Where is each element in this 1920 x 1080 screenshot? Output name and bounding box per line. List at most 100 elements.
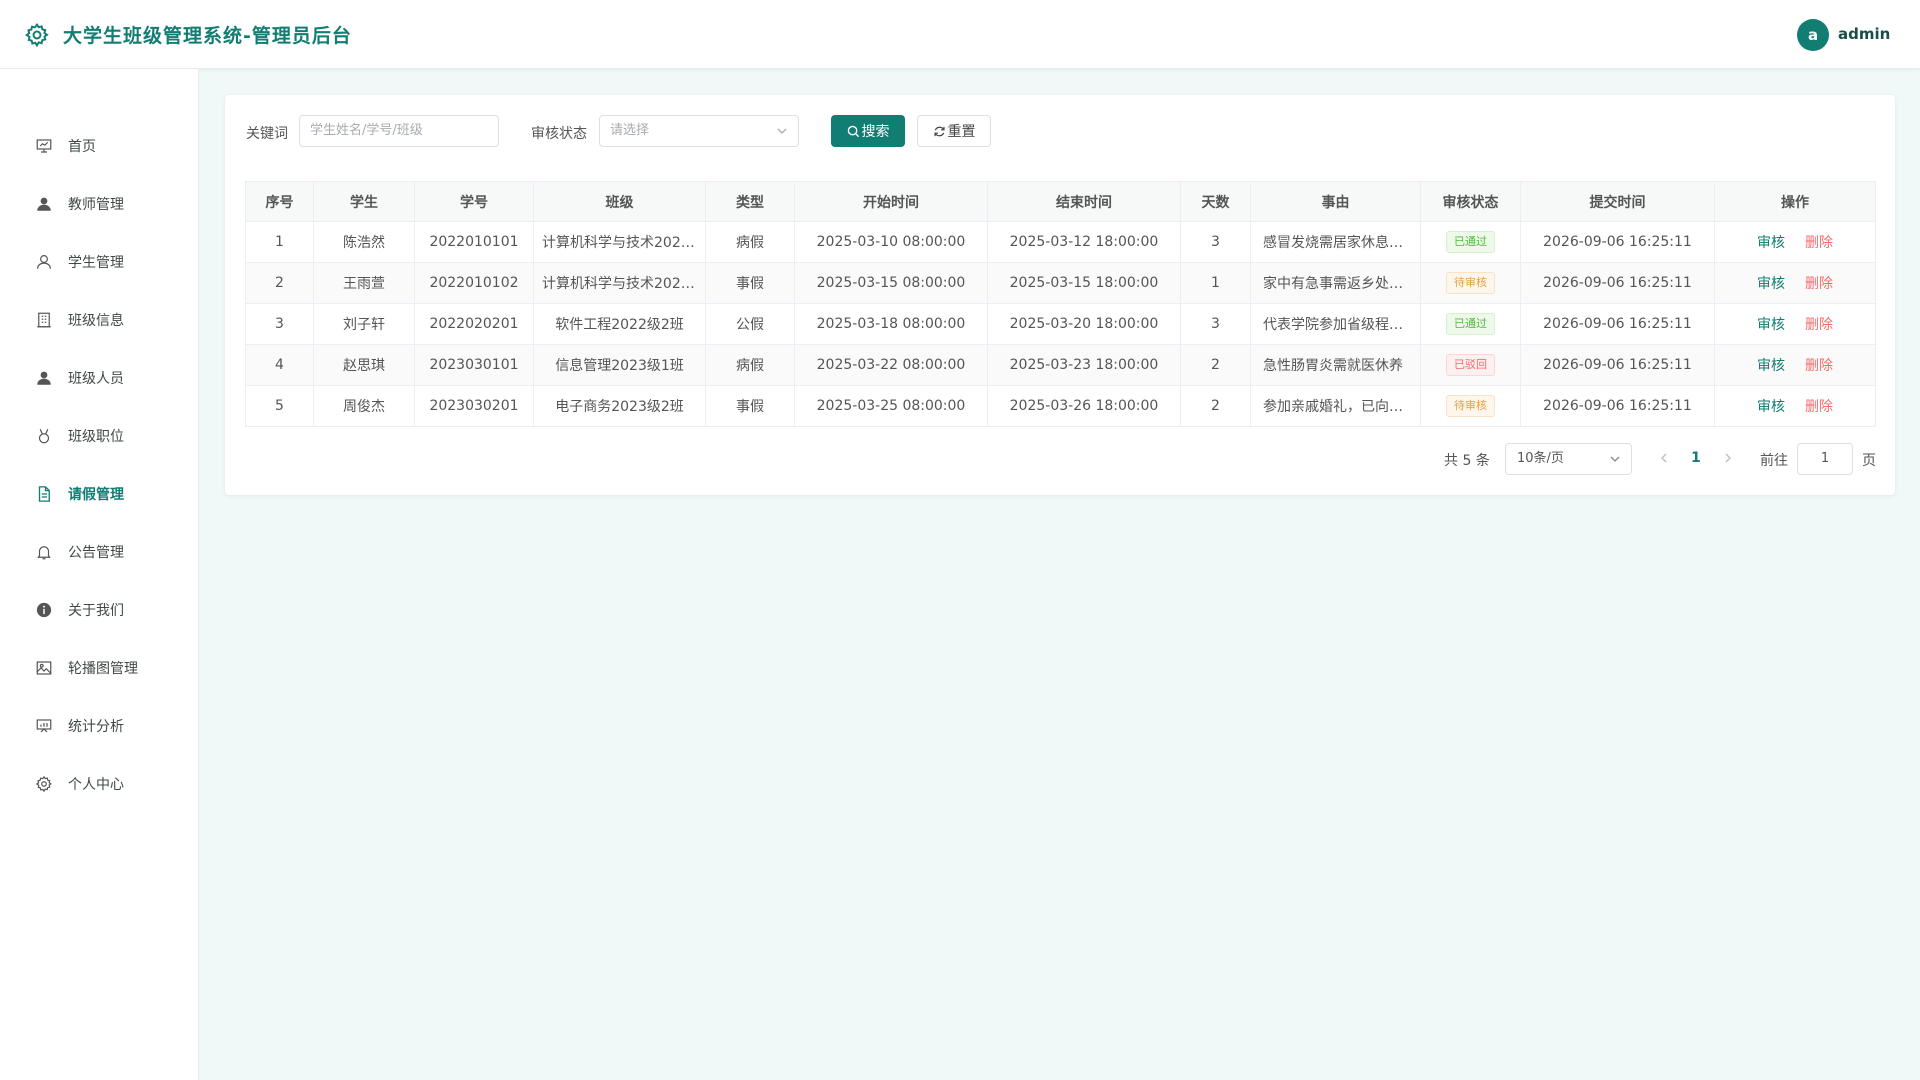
cell-student: 赵思琪	[313, 344, 415, 386]
cell-end: 2025-03-23 18:00:00	[987, 344, 1181, 386]
keyword-label: 关键词	[246, 126, 288, 142]
status-badge: 已通过	[1446, 231, 1495, 253]
sidebar-item-announcements[interactable]: 公告管理	[0, 523, 199, 581]
reset-button[interactable]: 重置	[917, 115, 991, 147]
column-header: 开始时间	[794, 181, 988, 222]
info-circle-icon	[36, 602, 52, 618]
search-button[interactable]: 搜索	[831, 115, 905, 147]
cell-type: 事假	[705, 385, 795, 427]
sidebar-item-about[interactable]: 关于我们	[0, 581, 199, 639]
cell-status: 已驳回	[1420, 344, 1521, 386]
delete-button[interactable]: 删除	[1805, 276, 1833, 292]
delete-button[interactable]: 删除	[1805, 399, 1833, 415]
cell-end: 2025-03-15 18:00:00	[987, 262, 1181, 304]
cell-status: 已通过	[1420, 303, 1521, 345]
cell-start: 2025-03-15 08:00:00	[794, 262, 988, 304]
column-header: 类型	[705, 181, 795, 222]
document-icon	[38, 486, 50, 502]
cell-end: 2025-03-12 18:00:00	[987, 221, 1181, 263]
cell-reason: 代表学院参加省级程序设计竞赛	[1250, 303, 1421, 345]
chevron-right-icon[interactable]	[1722, 452, 1734, 464]
cell-no: 3	[245, 303, 314, 345]
cell-start: 2025-03-22 08:00:00	[794, 344, 988, 386]
sidebar-item-class-positions[interactable]: 班级职位	[0, 407, 199, 465]
chevron-left-icon[interactable]	[1658, 452, 1670, 464]
cell-reason: 感冒发烧需居家休息治疗	[1250, 221, 1421, 263]
sidebar-item-profile[interactable]: 个人中心	[0, 755, 199, 813]
cell-status: 已通过	[1420, 221, 1521, 263]
audit-button[interactable]: 审核	[1757, 317, 1785, 333]
cell-type: 公假	[705, 303, 795, 345]
user-filled-icon	[37, 197, 51, 211]
sidebar-item-label: 教师管理	[68, 197, 124, 213]
cell-no: 4	[245, 344, 314, 386]
audit-button[interactable]: 审核	[1757, 276, 1785, 292]
table-row: 4 赵思琪 2023030101 信息管理2023级1班 病假 2025-03-…	[245, 344, 1876, 386]
cell-student-id: 2022010102	[414, 262, 534, 304]
status-label: 审核状态	[531, 126, 587, 142]
page-size-select[interactable]: 10条/页	[1505, 443, 1632, 475]
column-header: 审核状态	[1420, 181, 1521, 222]
column-header: 结束时间	[987, 181, 1181, 222]
sidebar-item-label: 统计分析	[68, 719, 124, 735]
pagination-current-page[interactable]: 1	[1691, 450, 1701, 466]
delete-button[interactable]: 删除	[1805, 358, 1833, 374]
cell-reason: 参加亲戚婚礼，已向辅导员报备	[1250, 385, 1421, 427]
sidebar-item-students[interactable]: 学生管理	[0, 233, 199, 291]
pagination-total: 共 5 条	[1444, 453, 1490, 469]
cell-submitted: 2026-09-06 16:25:11	[1520, 303, 1715, 345]
cell-actions: 审核 删除	[1714, 221, 1876, 263]
cell-days: 1	[1180, 262, 1251, 304]
sidebar-item-statistics[interactable]: 统计分析	[0, 697, 199, 755]
cell-submitted: 2026-09-06 16:25:11	[1520, 221, 1715, 263]
sidebar-item-teachers[interactable]: 教师管理	[0, 175, 199, 233]
user-outline-icon	[37, 255, 51, 269]
keyword-input[interactable]: 学生姓名/学号/班级	[299, 115, 499, 147]
table-row: 3 刘子轩 2022020201 软件工程2022级2班 公假 2025-03-…	[245, 303, 1876, 345]
building-icon	[37, 312, 51, 328]
status-select[interactable]: 请选择	[599, 115, 799, 147]
cell-submitted: 2026-09-06 16:25:11	[1520, 344, 1715, 386]
gear-icon	[24, 23, 49, 48]
sidebar-item-leave[interactable]: 请假管理	[0, 465, 199, 523]
cell-actions: 审核 删除	[1714, 303, 1876, 345]
username[interactable]: admin	[1838, 25, 1890, 43]
medal-icon	[38, 429, 50, 444]
sidebar-item-label: 班级职位	[68, 429, 124, 445]
sidebar: 首页 教师管理 学生管理 班级信息 班级人员 班级职位 请假管理 公告管理 关于…	[0, 69, 199, 1080]
pagination-goto-input[interactable]: 1	[1797, 443, 1853, 475]
audit-button[interactable]: 审核	[1757, 399, 1785, 415]
audit-button[interactable]: 审核	[1757, 358, 1785, 374]
cell-actions: 审核 删除	[1714, 344, 1876, 386]
search-button-label: 搜索	[861, 124, 890, 140]
cell-student: 王雨萱	[313, 262, 415, 304]
status-badge: 待审核	[1446, 272, 1495, 294]
cell-no: 2	[245, 262, 314, 304]
cell-start: 2025-03-25 08:00:00	[794, 385, 988, 427]
column-header: 学生	[313, 181, 415, 222]
cell-start: 2025-03-18 08:00:00	[794, 303, 988, 345]
cell-days: 3	[1180, 303, 1251, 345]
pagination-goto-label: 前往	[1760, 453, 1788, 469]
cell-submitted: 2026-09-06 16:25:11	[1520, 262, 1715, 304]
refresh-icon	[933, 126, 945, 136]
top-header: 大学生班级管理系统-管理员后台 a admin	[0, 0, 1920, 69]
sidebar-item-class-info[interactable]: 班级信息	[0, 291, 199, 349]
leave-management-card: 关键词 学生姓名/学号/班级 审核状态 请选择 搜索 重置 序号 学生 学号 班…	[225, 95, 1895, 495]
table-row: 5 周俊杰 2023030201 电子商务2023级2班 事假 2025-03-…	[245, 385, 1876, 427]
sidebar-item-home[interactable]: 首页	[0, 117, 199, 175]
column-header: 班级	[533, 181, 706, 222]
table-row: 2 王雨萱 2022010102 计算机科学与技术2022级1班 事假 2025…	[245, 262, 1876, 304]
sidebar-item-class-members[interactable]: 班级人员	[0, 349, 199, 407]
audit-button[interactable]: 审核	[1757, 235, 1785, 251]
sidebar-item-label: 公告管理	[68, 545, 124, 561]
cell-student: 周俊杰	[313, 385, 415, 427]
cell-status: 待审核	[1420, 262, 1521, 304]
cell-class: 信息管理2023级1班	[533, 344, 706, 386]
avatar[interactable]: a	[1797, 19, 1829, 51]
delete-button[interactable]: 删除	[1805, 235, 1833, 251]
status-badge: 待审核	[1446, 395, 1495, 417]
delete-button[interactable]: 删除	[1805, 317, 1833, 333]
sidebar-item-carousel[interactable]: 轮播图管理	[0, 639, 199, 697]
cell-class: 计算机科学与技术2022级1班	[533, 221, 706, 263]
